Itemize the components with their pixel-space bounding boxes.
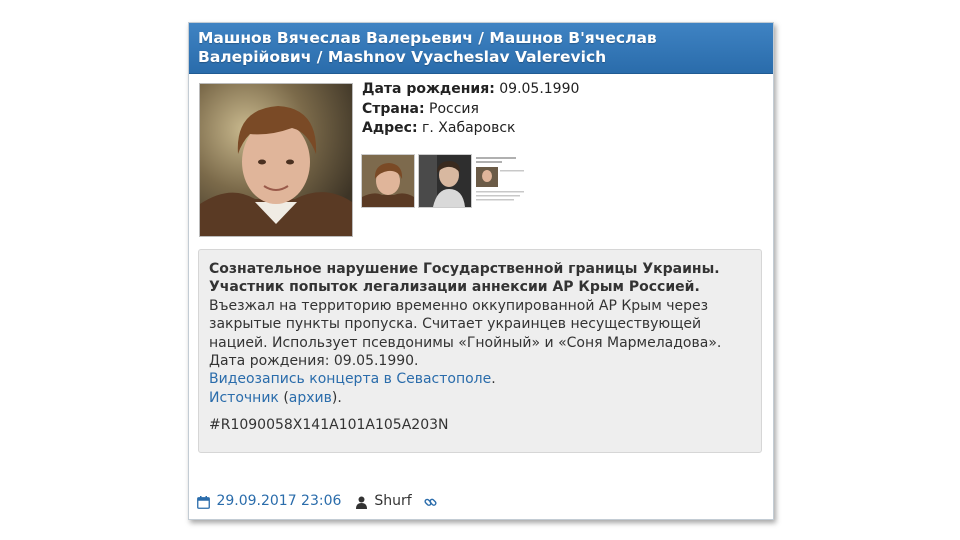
source-link[interactable]: Источник (209, 390, 279, 406)
address-value: г. Хабаровск (422, 120, 516, 136)
birth-date-field: Дата рождения: 09.05.1990 (362, 80, 752, 100)
link-icon[interactable] (424, 495, 437, 508)
address-field: Адрес: г. Хабаровск (362, 119, 752, 139)
source-line: Источник (архив). (209, 389, 751, 407)
country-value: Россия (429, 100, 479, 117)
video-line: Видеозапись концерта в Севастополе. (209, 370, 751, 388)
birth-date-value: 09.05.1990 (499, 81, 580, 97)
thumbnail-1-image (362, 155, 414, 207)
profile-photo-image (200, 84, 352, 236)
video-suffix: . (491, 371, 496, 388)
thumbnail-3-image (474, 154, 528, 206)
calendar-icon (197, 495, 210, 509)
annexation-heading: Участник попыток легализации аннексии АР… (209, 279, 700, 296)
profile-card: Машнов Вячеслав Валерьевич / Машнов В'яч… (188, 22, 774, 520)
author-name[interactable]: Shurf (374, 491, 411, 511)
violation-heading: Сознательное нарушение Государственной г… (209, 261, 720, 277)
thumbnail-1[interactable] (361, 154, 415, 208)
address-label: Адрес: (362, 120, 418, 136)
post-datetime[interactable]: 29.09.2017 23:06 (216, 491, 341, 511)
card-footer: 29.09.2017 23:06 Shurf (197, 491, 437, 511)
thumbnail-2-image (419, 155, 471, 207)
birth-date-label: Дата рождения: (362, 81, 495, 97)
description-text: Въезжал на территорию временно оккупиров… (209, 297, 722, 351)
profile-fields: Дата рождения: 09.05.1990 Страна: Россия… (362, 80, 752, 139)
thumbnail-3[interactable] (474, 154, 528, 206)
description-box: Сознательное нарушение Государственной г… (198, 249, 762, 453)
video-link[interactable]: Видеозапись концерта в Севастополе (209, 371, 491, 387)
profile-photo[interactable] (199, 83, 353, 237)
archive-link[interactable]: архив (289, 390, 332, 406)
card-header: Машнов Вячеслав Валерьевич / Машнов В'яч… (189, 23, 773, 74)
country-field: Страна: Россия (362, 100, 752, 120)
source-paren-close: ). (331, 389, 342, 406)
source-paren-open: ( (278, 389, 289, 406)
user-icon (355, 495, 367, 509)
thumbnail-2[interactable] (418, 154, 472, 208)
record-code: #R1090058X141A101A105A203N (209, 417, 449, 434)
page-title: Машнов Вячеслав Валерьевич / Машнов В'яч… (198, 29, 657, 66)
description-birth-date: Дата рождения: 09.05.1990. (209, 353, 419, 370)
country-label: Страна: (362, 100, 425, 117)
